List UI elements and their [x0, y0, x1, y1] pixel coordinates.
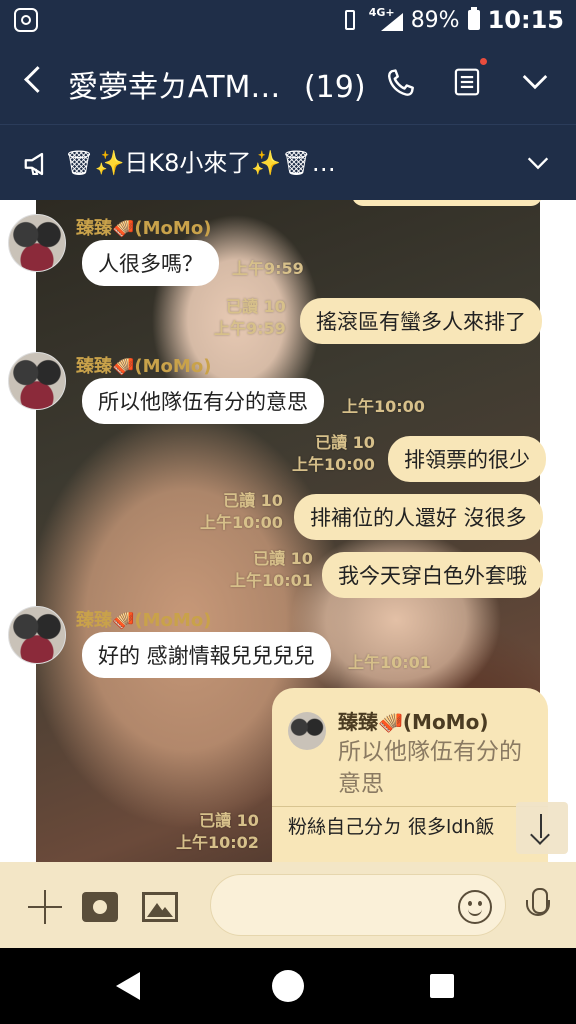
read-receipt: 已讀 10 — [315, 433, 375, 452]
microphone-icon[interactable] — [524, 888, 552, 926]
message-time: 上午10:02 — [176, 833, 259, 852]
message-bubble[interactable]: 人很多嗎？ — [82, 240, 219, 286]
group-name: 愛夢幸ㄉATM… — [68, 70, 281, 105]
chevron-down-icon[interactable] — [524, 149, 552, 177]
message-time: 上午9:59 — [232, 259, 304, 278]
quoted-sender: 臻臻🪗(MoMo) — [338, 710, 489, 734]
message-meta: 已讀 10 上午9:59 — [214, 296, 286, 340]
battery-icon — [467, 7, 480, 30]
read-receipt: 已讀 10 — [199, 811, 259, 830]
member-count: (19) — [303, 70, 366, 105]
back-icon[interactable] — [20, 66, 44, 96]
announcement-bar[interactable]: 🗑✨日K8小來了✨🗑… — [0, 124, 576, 200]
message-time: 上午10:00 — [200, 513, 283, 532]
message-meta: 已讀 10 上午10:00 — [200, 490, 283, 534]
megaphone-icon — [24, 152, 44, 176]
partial-bubble — [352, 200, 542, 206]
sender-name: 臻臻🪗(MoMo) — [76, 218, 212, 239]
message-time: 上午10:01 — [230, 571, 313, 590]
clock: 10:15 — [487, 6, 564, 34]
instagram-icon — [14, 8, 38, 32]
message-meta: 已讀 10 上午10:01 — [230, 548, 313, 592]
chat-area[interactable]: 臻臻🪗(MoMo) 人很多嗎？ 上午9:59 已讀 10 上午9:59 搖滾區有… — [0, 200, 576, 862]
system-nav-bar — [0, 948, 576, 1024]
read-receipt: 已讀 10 — [223, 491, 283, 510]
sender-name: 臻臻🪗(MoMo) — [76, 610, 212, 631]
message-meta: 已讀 10 上午10:02 — [176, 810, 259, 854]
plus-icon[interactable] — [28, 890, 62, 924]
signal-icon: 4G+ — [369, 6, 403, 32]
chat-title[interactable]: 愛夢幸ㄉATM… (19) — [68, 62, 366, 106]
message-input-bar — [0, 862, 576, 948]
scroll-to-bottom-button[interactable] — [516, 802, 568, 854]
divider — [272, 806, 548, 807]
vibrate-icon — [339, 9, 361, 31]
nav-home-icon[interactable] — [272, 970, 304, 1002]
message-time: 上午9:59 — [214, 319, 286, 338]
message-time: 上午10:00 — [342, 397, 425, 416]
read-receipt: 已讀 10 — [225, 297, 286, 316]
status-bar: 4G+ 89% 10:15 — [0, 0, 576, 40]
read-receipt: 已讀 10 — [253, 549, 313, 568]
battery-percent: 89% — [410, 7, 460, 33]
phone-icon[interactable] — [382, 66, 418, 102]
message-bubble[interactable]: 搖滾區有蠻多人來排了 — [300, 298, 542, 344]
chat-header: 愛夢幸ㄉATM… (19) — [0, 40, 576, 124]
message-bubble[interactable]: 所以他隊伍有分的意思 — [82, 378, 324, 424]
message-bubble[interactable]: 我今天穿白色外套哦 — [322, 552, 543, 598]
image-icon[interactable] — [142, 892, 178, 922]
reply-text: 粉絲自己分ㄉ 很多ldh飯 — [288, 816, 495, 838]
avatar[interactable] — [8, 352, 66, 410]
announcement-text: 🗑✨日K8小來了✨🗑… — [64, 149, 336, 177]
reply-message-bubble[interactable]: 臻臻🪗(MoMo) 所以他隊伍有分的意思 粉絲自己分ㄉ 很多ldh飯 — [272, 688, 548, 862]
message-bubble[interactable]: 排領票的很少 — [388, 436, 546, 482]
emoji-icon[interactable] — [458, 890, 492, 924]
message-time: 上午10:00 — [292, 455, 375, 474]
sender-name: 臻臻🪗(MoMo) — [76, 356, 212, 377]
message-meta: 已讀 10 上午10:00 — [292, 432, 375, 476]
quoted-avatar — [288, 712, 326, 750]
avatar[interactable] — [8, 606, 66, 664]
quoted-text[interactable]: 所以他隊伍有分的意思 — [338, 736, 538, 800]
notes-icon[interactable] — [452, 66, 482, 98]
message-bubble[interactable]: 排補位的人還好 沒很多 — [294, 494, 543, 540]
chevron-down-icon[interactable] — [520, 66, 550, 96]
notification-dot — [480, 58, 487, 65]
camera-icon[interactable] — [82, 892, 118, 922]
nav-recents-icon[interactable] — [430, 974, 454, 998]
nav-back-icon[interactable] — [116, 972, 140, 1000]
message-time: 上午10:01 — [348, 653, 431, 672]
avatar[interactable] — [8, 214, 66, 272]
message-bubble[interactable]: 好的 感謝情報兒兒兒兒 — [82, 632, 331, 678]
